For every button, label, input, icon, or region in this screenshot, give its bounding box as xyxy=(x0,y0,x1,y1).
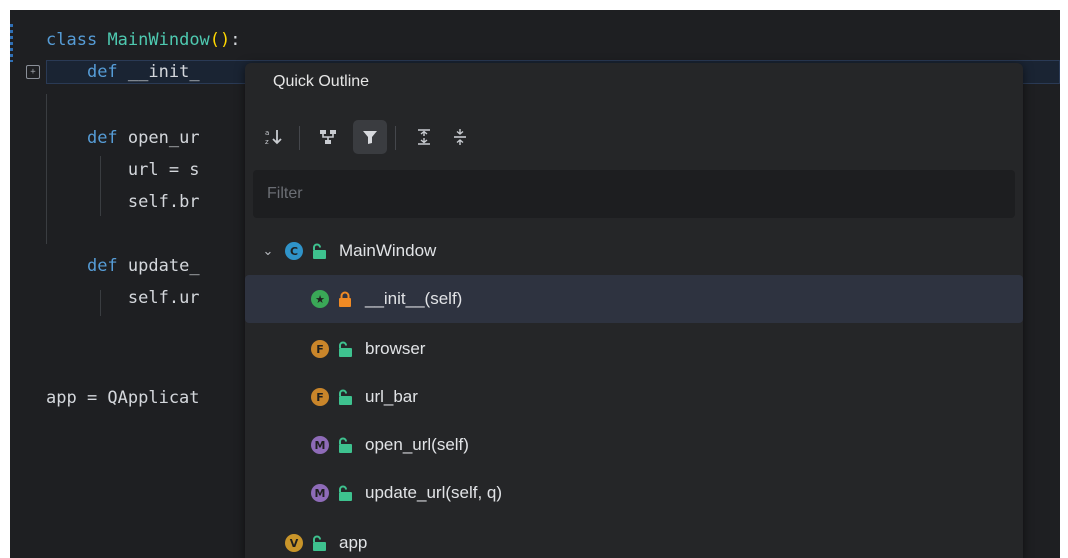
code-line[interactable]: def open_ur xyxy=(46,126,200,150)
outline-item[interactable]: Mupdate_url(self, q) xyxy=(245,469,1023,517)
collapse-all-button[interactable] xyxy=(443,120,477,154)
code-token: def xyxy=(86,128,118,148)
outline-item[interactable]: ★ __init__(self) xyxy=(245,275,1023,323)
code-token: url = s xyxy=(127,160,200,180)
method-symbol-icon: M xyxy=(311,484,329,502)
outline-item-label: app xyxy=(339,533,368,552)
code-token: app = QApplicat xyxy=(46,388,200,408)
toolbar-separator xyxy=(299,126,300,150)
sort-alpha-icon: a z xyxy=(265,129,282,146)
unlock-icon xyxy=(311,535,327,552)
outline-item-label: MainWindow xyxy=(339,241,437,260)
code-line[interactable]: class MainWindow(): xyxy=(46,28,241,52)
outline-item[interactable]: Furl_bar xyxy=(245,373,1023,421)
chevron-down-icon[interactable]: ⌄ xyxy=(261,243,275,259)
filter-input[interactable] xyxy=(253,170,1015,218)
code-token: : xyxy=(230,30,241,50)
code-token: MainWindow xyxy=(107,30,210,50)
filter-field[interactable] xyxy=(253,170,1015,218)
code-line[interactable]: def __init_ xyxy=(46,60,200,84)
code-line[interactable]: self.br xyxy=(46,190,200,214)
method-symbol-icon: M xyxy=(311,436,329,454)
expand-all-button[interactable] xyxy=(407,120,441,154)
unlock-icon xyxy=(311,243,327,260)
change-marker xyxy=(10,24,13,62)
unlock-icon xyxy=(337,341,353,358)
code-line[interactable]: app = QApplicat xyxy=(46,386,200,410)
sort-alpha-button[interactable]: a z xyxy=(257,120,291,154)
outline-item[interactable]: ⌄ C MainWindow xyxy=(245,227,1023,275)
unlock-icon xyxy=(337,389,353,406)
quick-outline-popup: Quick Outline a z Filter ⌄ C MainWindow … xyxy=(245,63,1023,558)
unlock-icon xyxy=(337,437,353,454)
code-line[interactable]: def update_ xyxy=(46,254,200,278)
code-token: open_ur xyxy=(117,128,200,148)
class-symbol-icon: C xyxy=(285,242,303,260)
code-token: () xyxy=(209,30,231,50)
outline-item[interactable]: Fbrowser xyxy=(245,325,1023,373)
field-symbol-icon: F xyxy=(311,340,329,358)
filter-button[interactable] xyxy=(353,120,387,154)
collapse-all-icon xyxy=(454,129,466,145)
outline-item-label: browser xyxy=(365,339,426,358)
filter-icon xyxy=(363,131,377,144)
code-token: self.ur xyxy=(127,288,200,308)
outline-item-label: open_url(self) xyxy=(365,435,469,454)
fold-marker-icon[interactable]: + xyxy=(26,65,40,79)
code-token: update_ xyxy=(117,256,200,276)
field-symbol-icon: F xyxy=(311,388,329,406)
hierarchy-button[interactable] xyxy=(311,120,345,154)
outline-item-label: update_url(self, q) xyxy=(365,483,503,502)
outline-item-label: url_bar xyxy=(365,387,418,406)
unlock-icon xyxy=(337,485,353,502)
outline-item[interactable]: Vapp xyxy=(245,519,1023,558)
svg-text:z: z xyxy=(265,138,269,146)
toolbar-separator xyxy=(395,126,396,150)
code-line[interactable]: url = s xyxy=(46,158,200,182)
popup-title: Quick Outline xyxy=(273,73,370,90)
code-token: self.br xyxy=(127,192,200,212)
code-token: __init_ xyxy=(117,62,200,82)
outline-item-label: __init__(self) xyxy=(365,289,463,308)
star-symbol-icon: ★ xyxy=(311,290,329,308)
var-symbol-icon: V xyxy=(285,534,303,552)
lock-icon xyxy=(337,291,353,308)
outline-item[interactable]: Mopen_url(self) xyxy=(245,421,1023,469)
expand-all-icon xyxy=(418,129,430,145)
code-token: def xyxy=(86,256,118,276)
code-token: class xyxy=(46,30,98,50)
outline-toolbar: a z xyxy=(257,118,557,156)
hierarchy-icon xyxy=(320,130,336,144)
svg-text:a: a xyxy=(265,129,269,137)
code-line[interactable]: self.ur xyxy=(46,286,200,310)
code-token: def xyxy=(86,62,118,82)
